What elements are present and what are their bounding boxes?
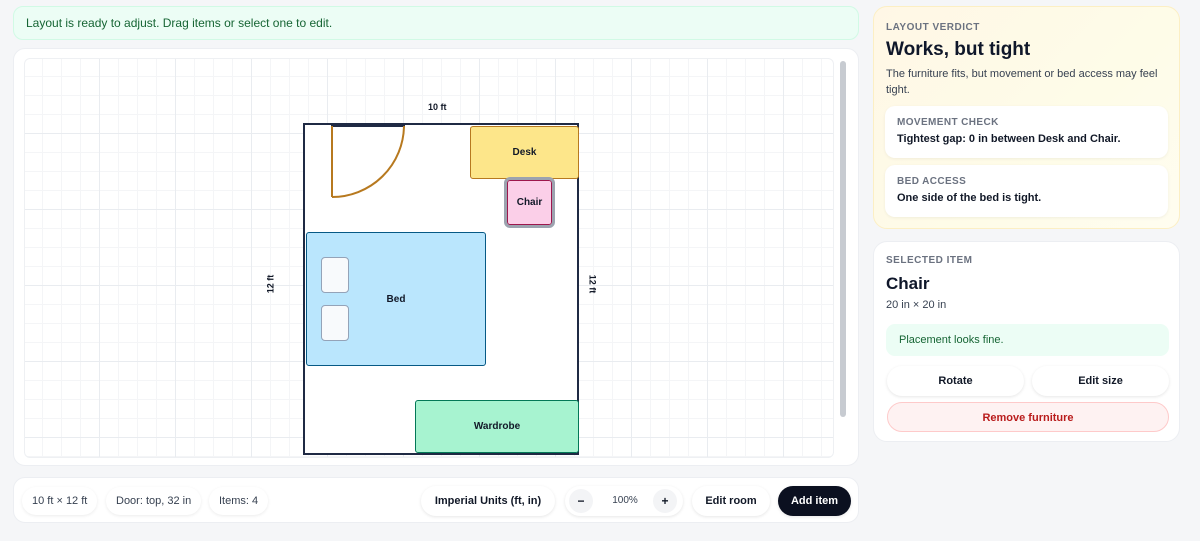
remove-furniture-button[interactable]: Remove furniture	[887, 402, 1169, 432]
canvas-panel: 10 ft 12 ft 12 ft Desk Chair Bed Wardrob…	[13, 48, 859, 466]
bed-access-label: BED ACCESS	[897, 176, 967, 187]
edit-room-button[interactable]: Edit room	[692, 486, 770, 516]
furniture-chair-label: Chair	[516, 197, 543, 208]
rotate-button[interactable]: Rotate	[887, 366, 1024, 396]
selected-item-heading: SELECTED ITEM	[886, 255, 973, 266]
room-length-label-right: 12 ft	[587, 274, 598, 294]
zoom-out-button[interactable]: −	[569, 489, 593, 513]
zoom-control: − 100% +	[565, 486, 683, 516]
item-count-chip: Items: 4	[209, 487, 269, 515]
selected-item-size: 20 in × 20 in	[886, 299, 947, 311]
movement-check-card: MOVEMENT CHECK Tightest gap: 0 in betwee…	[885, 106, 1168, 158]
movement-check-label: MOVEMENT CHECK	[897, 117, 999, 128]
room-width-label: 10 ft	[428, 102, 447, 112]
layout-verdict-card: LAYOUT VERDICT Works, but tight The furn…	[873, 6, 1180, 229]
floor-plan-canvas[interactable]: 10 ft 12 ft 12 ft Desk Chair Bed Wardrob…	[24, 58, 834, 458]
bed-pillow-icon	[321, 257, 349, 293]
movement-check-text: Tightest gap: 0 in between Desk and Chai…	[897, 133, 1121, 145]
furniture-chair[interactable]: Chair	[504, 177, 555, 228]
bottom-toolbar: 10 ft × 12 ft Door: top, 32 in Items: 4 …	[13, 477, 859, 523]
selected-item-card: SELECTED ITEM Chair 20 in × 20 in Placem…	[873, 241, 1180, 442]
bed-pillow-icon	[321, 305, 349, 341]
furniture-desk[interactable]: Desk	[470, 126, 579, 179]
add-item-button[interactable]: Add item	[778, 486, 851, 516]
bed-access-text: One side of the bed is tight.	[897, 192, 1042, 204]
zoom-in-button[interactable]: +	[653, 489, 677, 513]
door-info-chip: Door: top, 32 in	[106, 487, 202, 515]
furniture-wardrobe[interactable]: Wardrobe	[415, 400, 579, 453]
zoom-level: 100%	[612, 495, 638, 506]
verdict-description: The furniture fits, but movement or bed …	[886, 68, 1158, 96]
verdict-title: Works, but tight	[886, 39, 1031, 60]
app-root: Layout is ready to adjust. Drag items or…	[0, 0, 1200, 541]
furniture-bed[interactable]: Bed	[306, 232, 486, 366]
door-swing-icon	[331, 125, 405, 198]
room-outline: Desk Chair Bed Wardrobe	[303, 123, 579, 455]
sidebar: LAYOUT VERDICT Works, but tight The furn…	[871, 0, 1200, 541]
units-toggle-button[interactable]: Imperial Units (ft, in)	[421, 486, 555, 516]
room-length-label-left: 12 ft	[265, 274, 276, 294]
room-size-chip: 10 ft × 12 ft	[22, 487, 98, 515]
furniture-desk-label: Desk	[512, 147, 537, 158]
canvas-scrollbar[interactable]	[840, 61, 846, 417]
furniture-bed-label: Bed	[386, 293, 406, 305]
selected-item-name: Chair	[886, 274, 930, 293]
edit-size-button[interactable]: Edit size	[1032, 366, 1169, 396]
furniture-wardrobe-label: Wardrobe	[473, 421, 521, 432]
status-banner: Layout is ready to adjust. Drag items or…	[13, 6, 859, 40]
verdict-heading: LAYOUT VERDICT	[886, 22, 980, 33]
placement-status: Placement looks fine.	[886, 324, 1169, 356]
bed-access-card: BED ACCESS One side of the bed is tight.	[885, 165, 1168, 217]
